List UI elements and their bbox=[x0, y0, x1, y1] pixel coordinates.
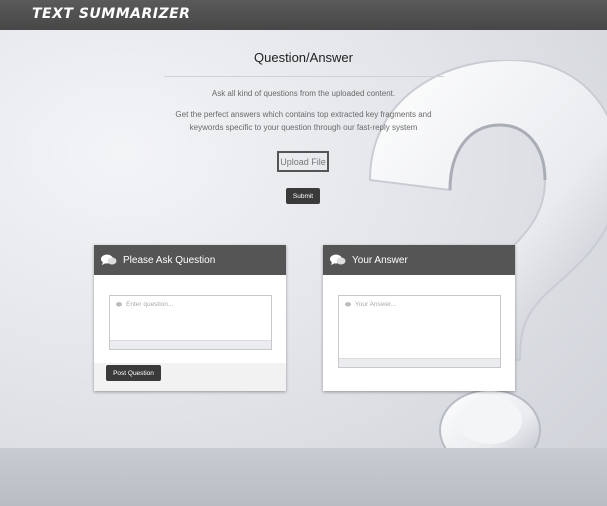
answer-placeholder: Your Answer... bbox=[345, 301, 396, 308]
question-placeholder: Enter question... bbox=[116, 301, 173, 308]
page-title: Question/Answer bbox=[254, 50, 353, 65]
question-input-footer bbox=[110, 340, 271, 349]
answer-panel-header: Your Answer bbox=[323, 245, 515, 275]
answer-panel: Your Answer Your Answer... bbox=[323, 245, 515, 391]
description-line: Ask all kind of questions from the uploa… bbox=[211, 89, 396, 98]
question-panel-header: Please Ask Question bbox=[94, 245, 286, 275]
chat-bubbles-icon bbox=[345, 302, 351, 307]
upload-file-button[interactable]: Upload File bbox=[277, 151, 329, 172]
chat-bubbles-icon bbox=[116, 302, 122, 307]
question-input[interactable]: Enter question... bbox=[109, 295, 272, 350]
answer-output-footer bbox=[339, 358, 500, 367]
floor bbox=[0, 448, 607, 506]
description-line: keywords specific to your question throu… bbox=[189, 123, 418, 132]
answer-output[interactable]: Your Answer... bbox=[338, 295, 501, 368]
post-question-button[interactable]: Post Question bbox=[106, 365, 161, 381]
answer-panel-title: Your Answer bbox=[352, 254, 408, 266]
chat-bubbles-icon bbox=[101, 254, 117, 265]
question-panel-title: Please Ask Question bbox=[123, 254, 216, 266]
submit-button[interactable]: Submit bbox=[286, 188, 320, 204]
question-panel: Please Ask Question Enter question... Po… bbox=[94, 245, 286, 391]
brand-logo[interactable]: TEXT SUMMARIZER bbox=[32, 6, 190, 22]
divider bbox=[164, 76, 444, 77]
top-navbar: TEXT SUMMARIZER bbox=[0, 0, 607, 30]
description-line: Get the perfect answers which contains t… bbox=[175, 110, 432, 119]
chat-bubbles-icon bbox=[330, 254, 346, 265]
